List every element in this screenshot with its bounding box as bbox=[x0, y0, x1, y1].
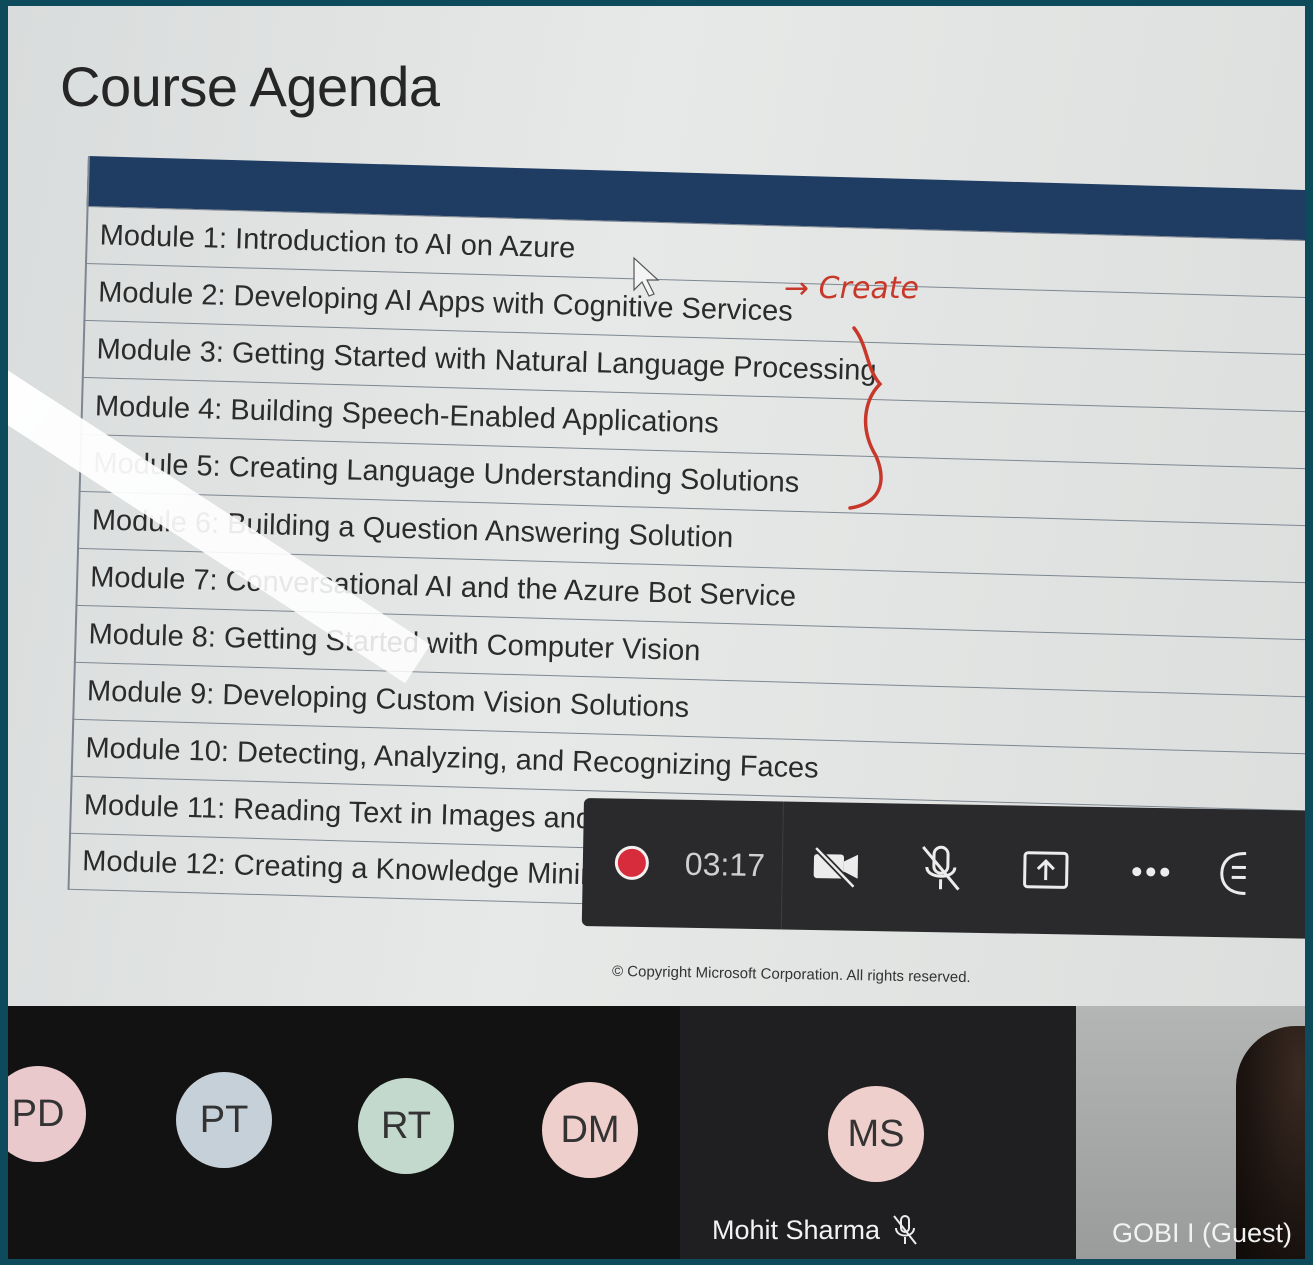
participant-name: Mohit Sharma bbox=[712, 1214, 918, 1246]
avatar-initials: PT bbox=[199, 1098, 249, 1141]
chat-icon bbox=[1220, 852, 1247, 896]
module-label: Module 4: Building Speech-Enabled Applic… bbox=[94, 389, 720, 440]
avatar-initials: MS bbox=[847, 1112, 905, 1155]
mic-off-icon bbox=[893, 1215, 917, 1245]
camera-off-icon bbox=[813, 845, 858, 889]
share-screen-button[interactable] bbox=[992, 805, 1099, 935]
module-label: Module 10: Detecting, Analyzing, and Rec… bbox=[85, 731, 820, 785]
mic-off-icon bbox=[921, 845, 960, 891]
participant-avatar[interactable]: PT bbox=[176, 1072, 272, 1168]
record-icon bbox=[614, 845, 650, 881]
share-screen-icon bbox=[1023, 851, 1069, 889]
copyright-text: © Copyright Microsoft Corporation. All r… bbox=[611, 962, 971, 987]
name-text: GOBI I (Guest) bbox=[1112, 1218, 1293, 1248]
module-label: Module 5: Creating Language Understandin… bbox=[92, 446, 800, 499]
chat-button[interactable] bbox=[1203, 809, 1305, 939]
module-label: Module 1: Introduction to AI on Azure bbox=[99, 218, 576, 265]
screen-frame: Course Agenda Module 1: Introduction to … bbox=[8, 6, 1305, 1259]
participant-strip: PD PT RT DM MS Mohit Sharma GOBI I (Gues… bbox=[8, 1006, 1305, 1259]
recording-indicator: 03:17 bbox=[581, 798, 785, 930]
more-icon bbox=[1132, 867, 1170, 877]
avatar-initials: DM bbox=[560, 1108, 620, 1151]
mic-toggle-button[interactable] bbox=[887, 803, 994, 933]
module-label: Module 9: Developing Custom Vision Solut… bbox=[86, 674, 690, 724]
participant-tile-mohit[interactable]: MS Mohit Sharma bbox=[680, 1006, 1076, 1259]
module-label: Module 7: Conversational AI and the Azur… bbox=[89, 560, 797, 613]
call-timer: 03:17 bbox=[684, 845, 766, 883]
participant-tile-gobi[interactable]: GOBI I (Guest) bbox=[1076, 1006, 1305, 1259]
avatar-initials: RT bbox=[381, 1104, 431, 1147]
module-label: Module 12: Creating a Knowledge Mining bbox=[81, 845, 613, 892]
participant-avatar: MS bbox=[828, 1086, 924, 1182]
participant-avatar[interactable]: RT bbox=[358, 1078, 454, 1174]
module-label: Module 11: Reading Text in Images and D bbox=[83, 788, 622, 836]
module-label: Module 2: Developing AI Apps with Cognit… bbox=[97, 275, 794, 328]
participant-name: GOBI I (Guest) bbox=[1112, 1218, 1292, 1249]
module-label: Module 3: Getting Started with Natural L… bbox=[96, 332, 878, 387]
name-text: Mohit Sharma bbox=[712, 1214, 881, 1245]
participant-avatar[interactable]: PD bbox=[8, 1066, 86, 1162]
avatar-initials: PD bbox=[11, 1092, 65, 1135]
participant-avatar[interactable]: DM bbox=[542, 1082, 638, 1178]
camera-toggle-button[interactable] bbox=[782, 801, 889, 931]
meeting-control-bar: 03:17 bbox=[581, 798, 1305, 939]
slide-title: Course Agenda bbox=[60, 55, 440, 118]
more-options-button[interactable] bbox=[1097, 807, 1204, 937]
